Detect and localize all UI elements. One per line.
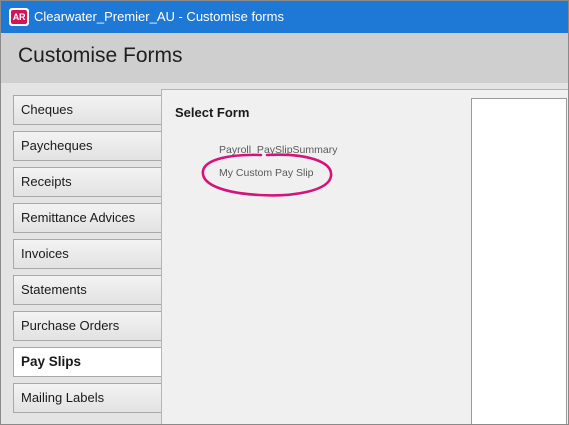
app-window: AR Clearwater_Premier_AU - Customise for… [0,0,569,425]
sidebar-item-purchase-orders[interactable]: Purchase Orders [13,311,161,341]
form-selection-panel: Select Form Payroll_PaySlipSummary My Cu… [161,89,568,424]
sidebar-item-statements[interactable]: Statements [13,275,161,305]
form-preview-pane [471,98,567,424]
sidebar-item-remittance-advices[interactable]: Remittance Advices [13,203,161,233]
page-title: Customise Forms [18,44,183,67]
form-item-payroll-payslipsummary[interactable]: Payroll_PaySlipSummary [219,144,337,156]
form-type-sidebar: Cheques Paycheques Receipts Remittance A… [1,83,161,424]
title-bar[interactable]: AR Clearwater_Premier_AU - Customise for… [1,1,568,33]
sidebar-item-paycheques[interactable]: Paycheques [13,131,161,161]
select-form-heading: Select Form [175,105,250,120]
sidebar-item-cheques[interactable]: Cheques [13,95,161,125]
sidebar-item-invoices[interactable]: Invoices [13,239,161,269]
sidebar-item-receipts[interactable]: Receipts [13,167,161,197]
sidebar-item-mailing-labels[interactable]: Mailing Labels [13,383,161,413]
form-item-my-custom-pay-slip[interactable]: My Custom Pay Slip [219,167,314,179]
app-logo-icon: AR [9,8,29,26]
app-logo-text: AR [11,10,27,24]
page-header: Customise Forms [1,33,568,83]
sidebar-item-pay-slips[interactable]: Pay Slips [13,347,161,377]
window-title: Clearwater_Premier_AU - Customise forms [34,9,284,24]
